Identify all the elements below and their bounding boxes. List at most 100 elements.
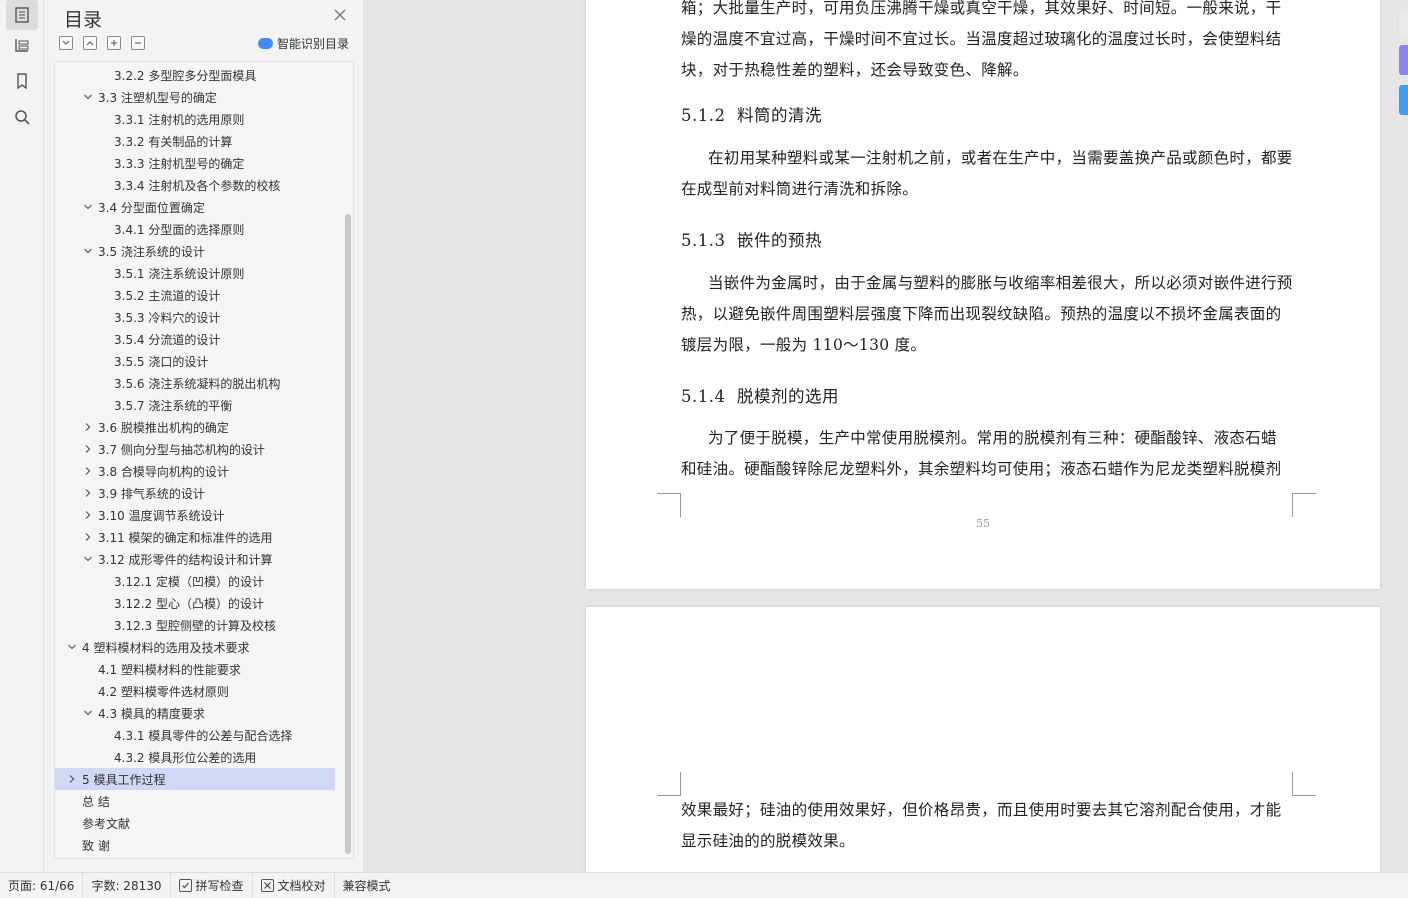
toc-item[interactable]: 参考文献 — [55, 812, 335, 834]
toc-item[interactable]: 4.3.1 模具零件的公差与配合选择 — [55, 724, 335, 746]
collapse-all-icon[interactable] — [83, 36, 97, 50]
word-count[interactable]: 字数: 28130 — [83, 872, 171, 898]
smart-toc-button[interactable]: 智能识别目录 — [258, 35, 349, 52]
toc-item[interactable]: 4.2 塑料模零件选材原则 — [55, 680, 335, 702]
toc-item[interactable]: 3.12 成形零件的结构设计和计算 — [55, 548, 335, 570]
toc-item[interactable]: 3.5.1 浇注系统设计原则 — [55, 262, 335, 284]
toc-spacer — [97, 574, 111, 588]
toc-list: 3.2.2 多型腔多分型面模具 3.3 注塑机型号的确定 3.3.1 注射机的选用原… — [54, 61, 354, 859]
expand-all-icon[interactable] — [59, 36, 73, 50]
toc-item[interactable]: 3.5.7 浇注系统的平衡 — [55, 394, 335, 416]
toc-item[interactable]: 4.3.2 模具形位公差的选用 — [55, 746, 335, 768]
add-heading-icon[interactable] — [107, 36, 121, 50]
page-indicator[interactable]: 页面: 61/66 — [0, 872, 84, 898]
toc-item[interactable]: 3.12.2 型心（凸模）的设计 — [55, 592, 335, 614]
toc-item[interactable]: 3.5 浇注系统的设计 — [55, 240, 335, 262]
toc-spacer — [97, 332, 111, 346]
toc-spacer — [97, 178, 111, 192]
chevron-down-icon[interactable] — [81, 90, 95, 104]
toc-spacer — [97, 310, 111, 324]
toc-item[interactable]: 3.3 注塑机型号的确定 — [55, 86, 335, 108]
navigation-icon[interactable] — [6, 30, 38, 60]
compat-mode[interactable]: 兼容模式 — [335, 873, 399, 898]
toc-item[interactable]: 4.1 塑料模材料的性能要求 — [55, 658, 335, 680]
toc-item-label: 3.11 模架的确定和标准件的选用 — [98, 530, 273, 545]
toc-item-label: 3.5.7 浇注系统的平衡 — [114, 398, 233, 413]
toc-item-label: 4 塑料模材料的选用及技术要求 — [82, 640, 250, 655]
toc-item[interactable]: 总 结 — [55, 790, 335, 812]
toc-title: 目录 — [64, 9, 103, 31]
bookmark-icon[interactable] — [6, 66, 38, 96]
toc-item-label: 3.3.1 注射机的选用原则 — [114, 112, 245, 127]
toc-spacer — [97, 222, 111, 236]
toc-item[interactable]: 3.5.4 分流道的设计 — [55, 328, 335, 350]
page-count: 页面: 61/66 — [8, 879, 75, 893]
side-panel-tab[interactable] — [1399, 85, 1408, 115]
toc-item[interactable]: 4.3 模具的精度要求 — [55, 702, 335, 724]
toc-item-label: 3.12.2 型心（凸模）的设计 — [114, 596, 264, 611]
close-icon[interactable] — [333, 8, 347, 22]
toc-item[interactable]: 3.12.1 定模（凹模）的设计 — [55, 570, 335, 592]
chevron-down-icon[interactable] — [65, 640, 79, 654]
toc-item[interactable]: 3.3.4 注射机及各个参数的校核 — [55, 174, 335, 196]
wps-writer-window: 目录 智能识别目录 3.2.2 多型腔多分型面模具 3.3 注塑机型号的确定 3.3… — [0, 0, 1408, 898]
toc-item-label: 3.2.2 多型腔多分型面模具 — [114, 68, 257, 83]
chevron-right-icon[interactable] — [81, 420, 95, 434]
chevron-right-icon[interactable] — [81, 464, 95, 478]
chevron-down-icon[interactable] — [81, 200, 95, 214]
side-panel-tab[interactable] — [1399, 45, 1408, 75]
toc-item[interactable]: 3.8 合模导向机构的设计 — [55, 460, 335, 482]
spell-check-button[interactable]: 拼写检查 — [171, 872, 253, 898]
toc-spacer — [97, 376, 111, 390]
heading-title: 料筒的清洗 — [737, 106, 822, 125]
toc-item[interactable]: 3.6 脱模推出机构的确定 — [55, 416, 335, 438]
paragraph-release-agent-cont: 效果最好；硅油的使用效果好，但价格昂贵，而且使用时要去其它溶剂配合使用，才能 显… — [681, 795, 1293, 857]
toc-item[interactable]: 3.5.3 冷料穴的设计 — [55, 306, 335, 328]
text-line: 箱；大批量生产时，可用负压沸腾干燥或真空干燥，其效果好、时间短。一般来说，干 — [681, 0, 1282, 17]
toc-spacer — [97, 596, 111, 610]
toc-item[interactable]: 3.11 模架的确定和标准件的选用 — [55, 526, 335, 548]
document-area[interactable]: 箱；大批量生产时，可用负压沸腾干燥或真空干燥，其效果好、时间短。一般来说，干 燥… — [364, 0, 1408, 872]
toc-item[interactable]: 3.10 温度调节系统设计 — [55, 504, 335, 526]
toc-item[interactable]: 3.5.6 浇注系统凝料的脱出机构 — [55, 372, 335, 394]
toc-item-label: 3.3.4 注射机及各个参数的校核 — [114, 178, 281, 193]
search-icon[interactable] — [6, 102, 38, 132]
toc-item[interactable]: 3.9 排气系统的设计 — [55, 482, 335, 504]
toc-item[interactable]: 3.2.2 多型腔多分型面模具 — [55, 64, 335, 86]
text-line: 块，对于热稳性差的塑料，还会导致变色、降解。 — [681, 61, 1029, 79]
side-panel-tab[interactable] — [1399, 12, 1408, 36]
toc-item[interactable]: 3.4 分型面位置确定 — [55, 196, 335, 218]
chevron-right-icon[interactable] — [81, 486, 95, 500]
chevron-right-icon[interactable] — [65, 772, 79, 786]
left-icon-rail — [0, 0, 44, 872]
toc-item[interactable]: 3.3.3 注射机型号的确定 — [55, 152, 335, 174]
heading-5-1-2: 5.1.2 料筒的清洗 — [681, 102, 822, 126]
chevron-down-icon[interactable] — [81, 244, 95, 258]
text-line: 当嵌件为金属时，由于金属与塑料的膨胀与收缩率相差很大，所以必须对嵌件进行预 — [708, 274, 1293, 292]
smart-toc-label: 智能识别目录 — [277, 37, 350, 51]
toc-item-label: 3.3.2 有关制品的计算 — [114, 134, 233, 149]
chevron-down-icon[interactable] — [81, 706, 95, 720]
toc-item[interactable]: 5 模具工作过程 — [55, 768, 335, 790]
word-count-label: 字数: 28130 — [91, 879, 162, 893]
toc-item[interactable]: 3.4.1 分型面的选择原则 — [55, 218, 335, 240]
page-number: 55 — [976, 517, 990, 530]
toc-spacer — [81, 662, 95, 676]
toc-item[interactable]: 3.3.2 有关制品的计算 — [55, 130, 335, 152]
toc-item[interactable]: 致 谢 — [55, 834, 335, 856]
remove-heading-icon[interactable] — [131, 36, 145, 50]
toc-item[interactable]: 3.3.1 注射机的选用原则 — [55, 108, 335, 130]
chevron-right-icon[interactable] — [81, 442, 95, 456]
chevron-right-icon[interactable] — [81, 530, 95, 544]
toc-scrollbar[interactable] — [345, 214, 351, 854]
toc-item[interactable]: 4 塑料模材料的选用及技术要求 — [55, 636, 335, 658]
proofread-button[interactable]: 文档校对 — [253, 872, 335, 898]
toc-item[interactable]: 3.5.5 浇口的设计 — [55, 350, 335, 372]
chevron-down-icon[interactable] — [81, 552, 95, 566]
toc-item-label: 5 模具工作过程 — [82, 772, 166, 787]
toc-icon[interactable] — [6, 0, 38, 30]
toc-item[interactable]: 3.7 侧向分型与抽芯机构的设计 — [55, 438, 335, 460]
toc-item[interactable]: 3.12.3 型腔侧壁的计算及校核 — [55, 614, 335, 636]
chevron-right-icon[interactable] — [81, 508, 95, 522]
toc-item[interactable]: 3.5.2 主流道的设计 — [55, 284, 335, 306]
